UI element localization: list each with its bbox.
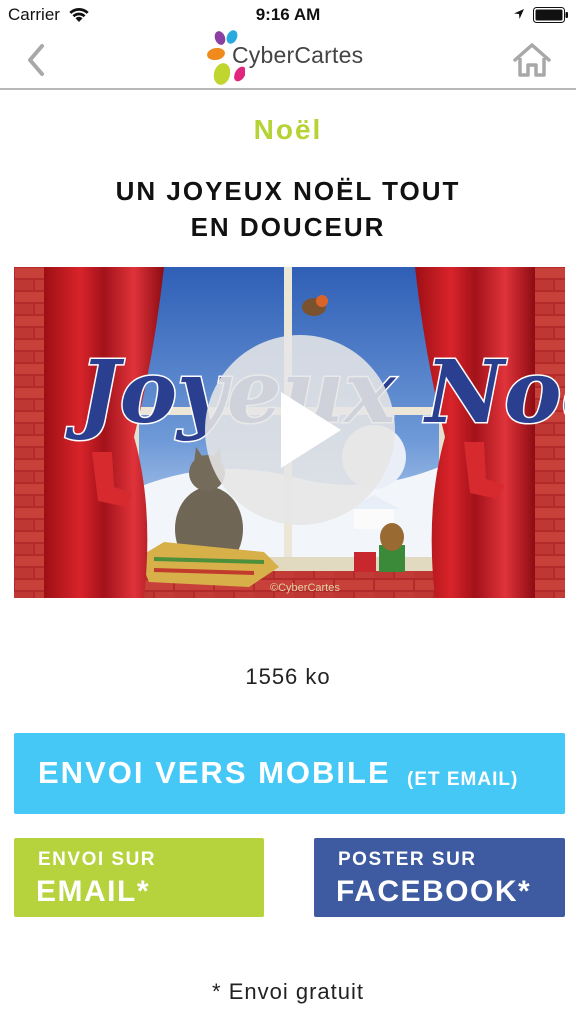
post-facebook-label: FACEBOOK* xyxy=(336,875,532,908)
send-email-button[interactable]: ENVOI SUR EMAIL* xyxy=(14,838,264,917)
home-button[interactable] xyxy=(510,40,554,80)
video-preview[interactable]: Joyeux Noël ©CyberCartes xyxy=(14,267,565,598)
play-icon xyxy=(281,392,341,468)
post-facebook-small-label: POSTER SUR xyxy=(338,849,477,870)
watermark: ©CyberCartes xyxy=(270,582,340,594)
brand-name: CyberCartes xyxy=(232,42,364,68)
free-sending-footnote: * Envoi gratuit xyxy=(212,979,364,1004)
chevron-left-icon xyxy=(28,44,44,76)
send-mobile-label: ENVOI VERS MOBILE xyxy=(38,755,391,790)
location-icon xyxy=(514,9,524,19)
nav-bar: CyberCartes xyxy=(0,30,576,90)
brand-logo: CyberCartes xyxy=(205,30,375,90)
post-facebook-button[interactable]: POSTER SUR FACEBOOK* xyxy=(314,838,565,917)
card-title-line1: UN JOYEUX NOËL TOUT xyxy=(115,176,461,206)
send-email-small-label: ENVOI SUR xyxy=(38,849,157,870)
send-email-label: EMAIL* xyxy=(36,875,150,908)
battery-icon xyxy=(533,7,568,23)
status-bar: Carrier 9:16 AM xyxy=(0,0,576,30)
send-mobile-sub-label: (ET EMAIL) xyxy=(407,769,519,790)
back-button[interactable] xyxy=(18,38,58,82)
send-mobile-button[interactable]: ENVOI VERS MOBILE (ET EMAIL) xyxy=(14,733,565,814)
home-icon xyxy=(513,43,551,77)
play-button[interactable] xyxy=(205,335,395,525)
card-title-line2: EN DOUCEUR xyxy=(190,212,386,242)
category-title: Noël xyxy=(253,114,323,145)
status-time: 9:16 AM xyxy=(255,5,321,24)
file-size: 1556 ko xyxy=(245,664,331,689)
card-title: UN JOYEUX NOËL TOUT EN DOUCEUR xyxy=(60,173,516,245)
